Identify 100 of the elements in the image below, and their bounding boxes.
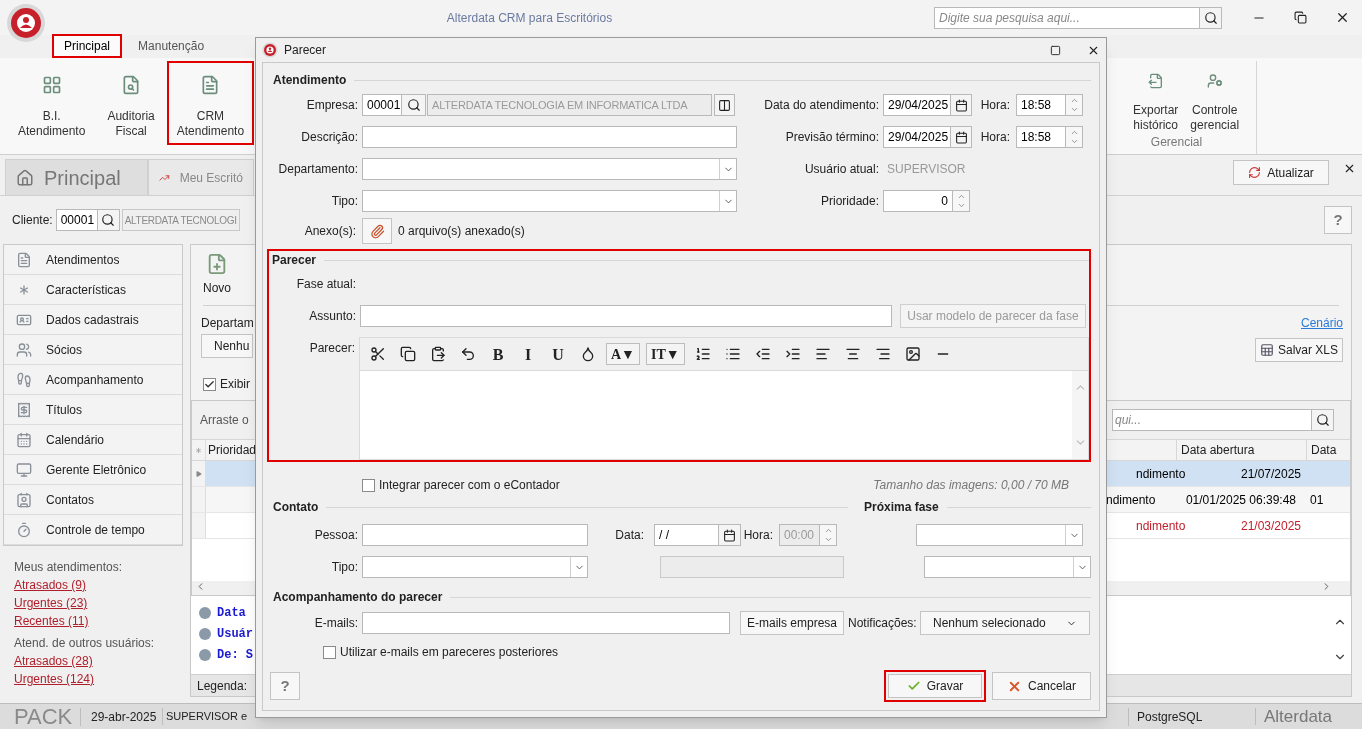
menu-tab[interactable]: Principal (52, 34, 123, 58)
save-button[interactable]: Gravar (888, 674, 982, 698)
search-button[interactable] (402, 94, 426, 116)
droplet-icon[interactable] (580, 346, 596, 362)
date-field[interactable]: / / (654, 524, 719, 546)
text-field[interactable] (360, 305, 892, 327)
company-emails-button[interactable]: E-mails empresa (740, 611, 844, 635)
text-field[interactable] (362, 612, 730, 634)
ribbon-button[interactable]: B.I. Atendimento (8, 61, 96, 145)
format-dropdown[interactable]: IT▼ (645, 343, 685, 365)
grid-search-field[interactable]: qui... (1112, 409, 1312, 431)
case-link[interactable]: Atrasados (28) (14, 652, 93, 670)
text-field[interactable] (362, 524, 588, 546)
nav-item[interactable]: Características (4, 275, 182, 305)
outdent-icon[interactable] (754, 346, 771, 362)
rich-text-editor[interactable]: B I U A▼ IT▼ (359, 337, 1089, 460)
calendar-button[interactable] (951, 94, 972, 116)
dropdown-field[interactable] (916, 524, 1083, 546)
paste-icon[interactable] (430, 346, 446, 362)
column-header[interactable]: Prioridad (206, 440, 257, 460)
ribbon-button[interactable]: CRM Atendimento (166, 61, 255, 145)
numbered-list-icon[interactable] (694, 346, 711, 362)
restore-icon[interactable] (1294, 11, 1307, 24)
nav-item[interactable]: Calendário (4, 425, 182, 455)
checkbox[interactable] (203, 377, 216, 391)
undo-icon[interactable] (460, 346, 476, 362)
format-button[interactable]: U (546, 343, 570, 365)
dropdown-field[interactable] (362, 556, 588, 578)
dropdown-field[interactable] (362, 158, 737, 180)
case-link[interactable]: Recentes (11) (14, 612, 89, 630)
time-field[interactable]: 18:58 (1016, 94, 1066, 116)
row-indicator[interactable] (192, 461, 206, 486)
timer-icon (16, 521, 32, 538)
export-xls-button[interactable]: Salvar XLS (1254, 338, 1343, 362)
copy-icon[interactable] (400, 346, 416, 362)
format-dropdown[interactable]: A▼ (606, 343, 640, 365)
checkbox[interactable] (362, 478, 375, 492)
indent-icon[interactable] (784, 346, 801, 362)
ribbon-button[interactable]: Controle gerencial (1184, 61, 1246, 133)
format-button[interactable]: B (486, 343, 510, 365)
align-left-icon[interactable] (814, 346, 831, 362)
nav-item[interactable]: Gerente Eletrônico (4, 455, 182, 485)
scenario-link[interactable]: Cenário (1300, 314, 1343, 332)
help-button[interactable]: ? (1324, 206, 1352, 234)
nav-item[interactable]: Controle de tempo (4, 515, 182, 545)
time-field[interactable]: 18:58 (1016, 126, 1066, 148)
ribbon-button[interactable]: Auditoria Fiscal (97, 61, 165, 145)
image-icon[interactable] (904, 346, 921, 362)
legend-item: Usuár (217, 626, 253, 643)
status-database: PostgreSQL (1128, 707, 1255, 726)
bullet-list-icon[interactable] (724, 346, 741, 362)
receipt-icon (16, 401, 32, 418)
scissors-icon[interactable] (370, 346, 386, 362)
section-label: Meus atendimentos: (14, 559, 124, 576)
search-field[interactable]: Digite sua pesquisa aqui... (934, 6, 1200, 29)
dropdown-field[interactable] (924, 556, 1091, 578)
text-field[interactable]: 00001 (362, 94, 402, 116)
maximize-icon[interactable] (1050, 44, 1061, 56)
case-link[interactable]: Urgentes (124) (14, 670, 95, 688)
ribbon-group-label: Gerencial (1149, 134, 1204, 151)
nav-item[interactable]: Acompanhamento (4, 365, 182, 395)
close-icon[interactable] (1343, 162, 1356, 175)
nav-item[interactable]: Contatos (4, 485, 182, 515)
date-field[interactable]: 29/04/2025 (883, 94, 951, 116)
new-button[interactable]: Novo (203, 253, 231, 305)
close-icon[interactable] (1335, 10, 1350, 25)
checkbox[interactable] (323, 645, 336, 659)
field-label: Tipo: (330, 559, 359, 576)
menu-tab[interactable]: Manutenção (126, 34, 217, 58)
calendar-button[interactable] (719, 524, 741, 546)
refresh-button[interactable]: Atualizar (1233, 160, 1329, 185)
case-link[interactable]: Atrasados (9) (14, 576, 87, 594)
case-link[interactable]: Urgentes (23) (14, 594, 88, 612)
text-field[interactable] (362, 126, 737, 148)
nav-item[interactable]: Títulos (4, 395, 182, 425)
company-details-button[interactable] (714, 94, 735, 116)
legend-item: De: S (217, 647, 253, 664)
search-button[interactable] (1200, 6, 1222, 29)
priority-field[interactable]: 0 (883, 190, 953, 212)
attach-button[interactable] (362, 218, 392, 244)
format-button[interactable]: I (516, 343, 540, 365)
nav-item[interactable]: Atendimentos (4, 245, 182, 275)
search-button[interactable] (1312, 409, 1334, 431)
ribbon-button[interactable]: Exportar histórico (1127, 61, 1185, 133)
align-right-icon[interactable] (874, 346, 891, 362)
search-button[interactable] (97, 209, 120, 231)
help-button[interactable]: ? (270, 672, 300, 700)
date-field[interactable]: 29/04/2025 (883, 126, 951, 148)
calendar-button[interactable] (951, 126, 972, 148)
dropdown-field[interactable] (362, 190, 737, 212)
department-button[interactable]: Nenhu (201, 334, 253, 358)
column-header[interactable]: Data abertura (1176, 440, 1306, 460)
column-header[interactable]: Data (1306, 440, 1336, 460)
text-field[interactable]: 00001 (55, 209, 98, 231)
align-center-icon[interactable] (844, 346, 861, 362)
nav-item[interactable]: Dados cadastrais (4, 305, 182, 335)
notifications-dropdown[interactable]: Nenhum selecionado (920, 611, 1090, 635)
cancel-button[interactable]: Cancelar (992, 672, 1091, 700)
table-cell-text: ndimento (1106, 491, 1157, 509)
nav-item[interactable]: Sócios (4, 335, 182, 365)
